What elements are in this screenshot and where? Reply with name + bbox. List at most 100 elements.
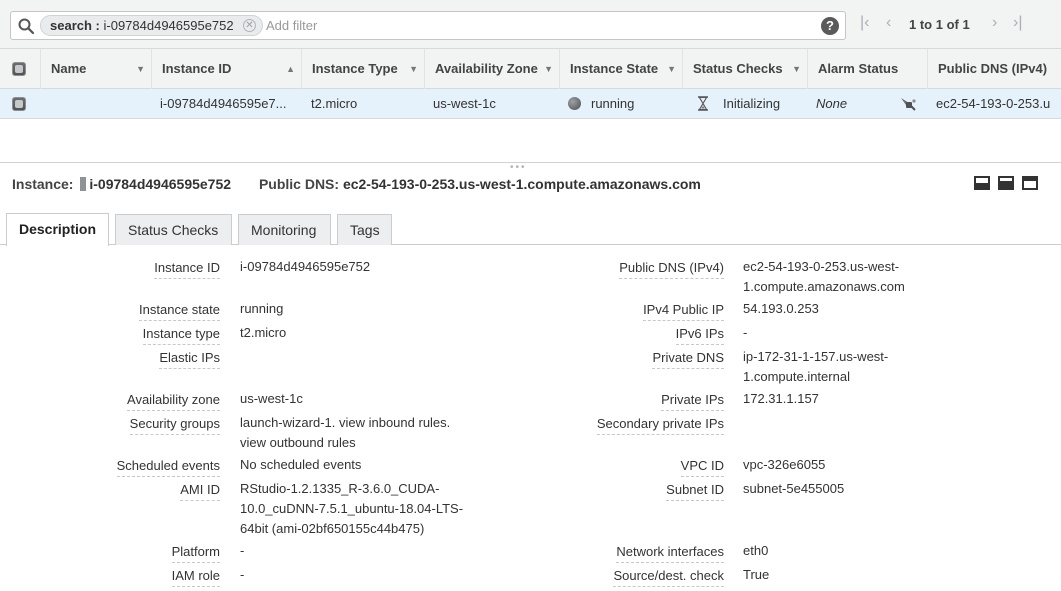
- layout-split-icon[interactable]: [998, 176, 1014, 190]
- filter-chip[interactable]: search : i-09784d4946595e752 ✕: [40, 15, 263, 36]
- column-header-instance-id[interactable]: Instance ID ▲: [151, 49, 301, 89]
- field-label: Secondary private IPs: [596, 416, 724, 435]
- prev-page-icon[interactable]: ‹: [886, 14, 891, 32]
- scheduled-events-value: No scheduled events: [240, 457, 362, 472]
- search-icon: [18, 18, 35, 35]
- cell-public-dns: ec2-54-193-0-253.u: [936, 96, 1051, 111]
- table-header: Name ▼ Instance ID ▲ Instance Type ▼ Availa…: [0, 49, 1061, 89]
- detail-tabs: Description Status Checks Monitoring Tag…: [0, 213, 1061, 246]
- field-label: Scheduled events: [116, 458, 220, 477]
- column-header-public-dns[interactable]: Public DNS (IPv4): [927, 49, 1061, 89]
- hourglass-icon: [698, 96, 708, 111]
- tab-tags[interactable]: Tags: [337, 214, 392, 245]
- row-checkbox[interactable]: [12, 97, 26, 111]
- page-count: 1 to 1 of 1: [909, 17, 970, 32]
- field-label: Instance ID: [154, 260, 220, 279]
- resize-grip-icon[interactable]: •••: [510, 163, 527, 173]
- last-page-icon[interactable]: ›|: [1013, 14, 1022, 32]
- field-label: AMI ID: [180, 482, 220, 501]
- ipv4-public-ip-value: 54.193.0.253: [743, 301, 819, 316]
- field-label: Instance type: [142, 326, 220, 345]
- field-label: Instance state: [139, 302, 220, 321]
- public-dns-value-line2: 1.compute.amazonaws.com: [743, 279, 905, 294]
- field-label: VPC ID: [680, 458, 724, 477]
- availability-zone-value: us-west-1c: [240, 391, 303, 406]
- instance-detail-header: Instance: i-09784d4946595e752 Public DNS…: [12, 176, 701, 192]
- instance-id-heading: i-09784d4946595e752: [89, 176, 232, 192]
- add-filter-placeholder[interactable]: Add filter: [266, 18, 317, 33]
- column-header-availability-zone[interactable]: Availability Zone ▼: [424, 49, 559, 89]
- ipv6-ips-value: -: [743, 325, 748, 340]
- sort-icon: ▼: [667, 64, 676, 74]
- vpc-id-link[interactable]: vpc-326e6055: [743, 455, 825, 475]
- select-all-checkbox[interactable]: [12, 62, 26, 76]
- pane-divider[interactable]: [0, 162, 1061, 163]
- source-dest-check-value: True: [743, 567, 770, 582]
- instance-state-value: running: [240, 301, 284, 316]
- field-label: Elastic IPs: [159, 350, 220, 369]
- column-header-status-checks[interactable]: Status Checks ▼: [682, 49, 807, 89]
- private-dns-value-line2: 1.compute.internal: [743, 369, 850, 384]
- search-input[interactable]: search : i-09784d4946595e752 ✕ Add filte…: [10, 11, 846, 40]
- sort-icon: ▼: [792, 64, 801, 74]
- field-label: IPv6 IPs: [675, 326, 724, 345]
- field-label: Public DNS (IPv4): [619, 260, 724, 279]
- column-header-name[interactable]: Name ▼: [40, 49, 151, 89]
- field-label: Private DNS: [652, 350, 724, 369]
- column-header-instance-type[interactable]: Instance Type ▼: [301, 49, 424, 89]
- remove-filter-icon[interactable]: ✕: [243, 19, 256, 32]
- private-dns-value: ip-172-31-1-157.us-west-: [743, 349, 889, 364]
- help-icon[interactable]: ?: [821, 17, 839, 35]
- cell-instance-id: i-09784d4946595e7...: [160, 96, 287, 111]
- field-label: Security groups: [129, 416, 220, 435]
- field-label: Private IPs: [661, 392, 724, 411]
- first-page-icon[interactable]: |‹: [860, 14, 869, 32]
- public-dns-value: ec2-54-193-0-253.us-west-: [743, 259, 900, 274]
- network-interfaces-link[interactable]: eth0: [743, 541, 768, 561]
- subnet-id-link[interactable]: subnet-5e455005: [743, 479, 844, 499]
- tab-monitoring[interactable]: Monitoring: [238, 214, 331, 245]
- instance-type-value: t2.micro: [240, 325, 287, 340]
- cell-alarm-status: None: [816, 96, 848, 111]
- sort-icon: ▼: [544, 64, 553, 74]
- tab-status-checks[interactable]: Status Checks: [115, 214, 232, 245]
- layout-bottom-icon[interactable]: [974, 176, 990, 190]
- private-ips-value: 172.31.1.157: [743, 391, 819, 406]
- field-label: Source/dest. check: [613, 568, 724, 587]
- cell-instance-type: t2.micro: [311, 96, 358, 111]
- field-label: Subnet ID: [666, 482, 724, 501]
- instance-label: Instance:: [12, 176, 74, 192]
- ami-id-value-line2: 10.0_cuDNN-7.5.1_ubuntu-18.04-LTS-: [240, 501, 464, 516]
- field-label: Network interfaces: [616, 544, 724, 563]
- ami-id-value-line3: 64bit (ami-02bf650155c44b475): [240, 521, 425, 536]
- public-dns-heading: ec2-54-193-0-253.us-west-1.compute.amazo…: [342, 176, 701, 192]
- description-panel: Instance ID Instance state Instance type…: [0, 246, 1061, 591]
- field-label: IAM role: [171, 568, 220, 587]
- layout-top-icon[interactable]: [1022, 176, 1038, 190]
- iam-role-value: -: [240, 567, 245, 582]
- view-outbound-rules-link[interactable]: view outbound rules: [240, 433, 356, 453]
- instance-color-marker: [80, 177, 87, 191]
- sort-icon: ▼: [136, 64, 145, 74]
- security-groups-link[interactable]: launch-wizard-1. view inbound rules.: [240, 413, 450, 433]
- tab-description[interactable]: Description: [6, 213, 109, 246]
- filter-bar: search : i-09784d4946595e752 ✕ Add filte…: [0, 0, 1061, 49]
- field-label: Availability zone: [127, 392, 220, 411]
- ami-id-value: RStudio-1.2.1335_R-3.6.0_CUDA-: [240, 481, 440, 496]
- instance-state-icon: [568, 97, 581, 110]
- create-alarm-icon[interactable]: [898, 96, 918, 112]
- column-header-instance-state[interactable]: Instance State ▼: [559, 49, 682, 89]
- column-header-alarm-status[interactable]: Alarm Status: [807, 49, 927, 89]
- instance-id-value: i-09784d4946595e752: [240, 259, 371, 274]
- table-row[interactable]: i-09784d4946595e7... t2.micro us-west-1c…: [0, 89, 1061, 119]
- field-label: Platform: [171, 544, 220, 563]
- sort-ascending-icon: ▲: [286, 64, 295, 74]
- cell-status-checks: Initializing: [723, 96, 781, 111]
- field-label: IPv4 Public IP: [643, 302, 724, 321]
- filter-chip-key: search :: [50, 18, 100, 33]
- public-dns-label: Public DNS:: [258, 176, 340, 192]
- sort-icon: ▼: [409, 64, 418, 74]
- filter-chip-value: i-09784d4946595e752: [103, 18, 234, 33]
- cell-availability-zone: us-west-1c: [433, 96, 496, 111]
- next-page-icon[interactable]: ›: [992, 14, 997, 32]
